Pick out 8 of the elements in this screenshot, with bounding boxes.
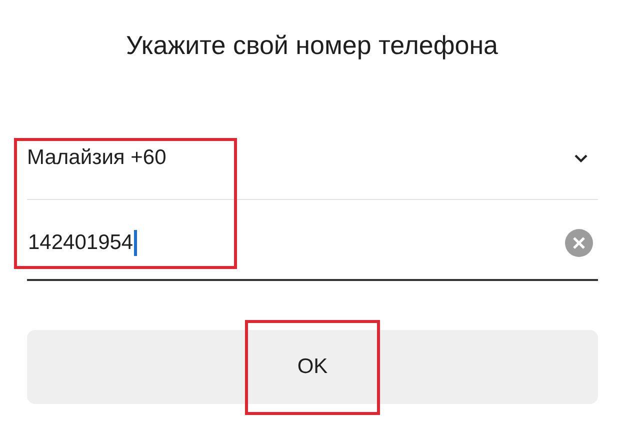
country-select[interactable]: Малайзия +60 <box>27 140 598 200</box>
ok-button[interactable]: OK <box>27 330 598 404</box>
chevron-down-icon <box>574 154 588 163</box>
phone-field[interactable]: 142401954 <box>27 200 598 281</box>
phone-value: 142401954 <box>28 230 134 254</box>
clear-icon[interactable] <box>564 228 594 258</box>
page-title: Укажите свой номер телефона <box>124 29 500 62</box>
country-value: Малайзия +60 <box>27 146 166 170</box>
